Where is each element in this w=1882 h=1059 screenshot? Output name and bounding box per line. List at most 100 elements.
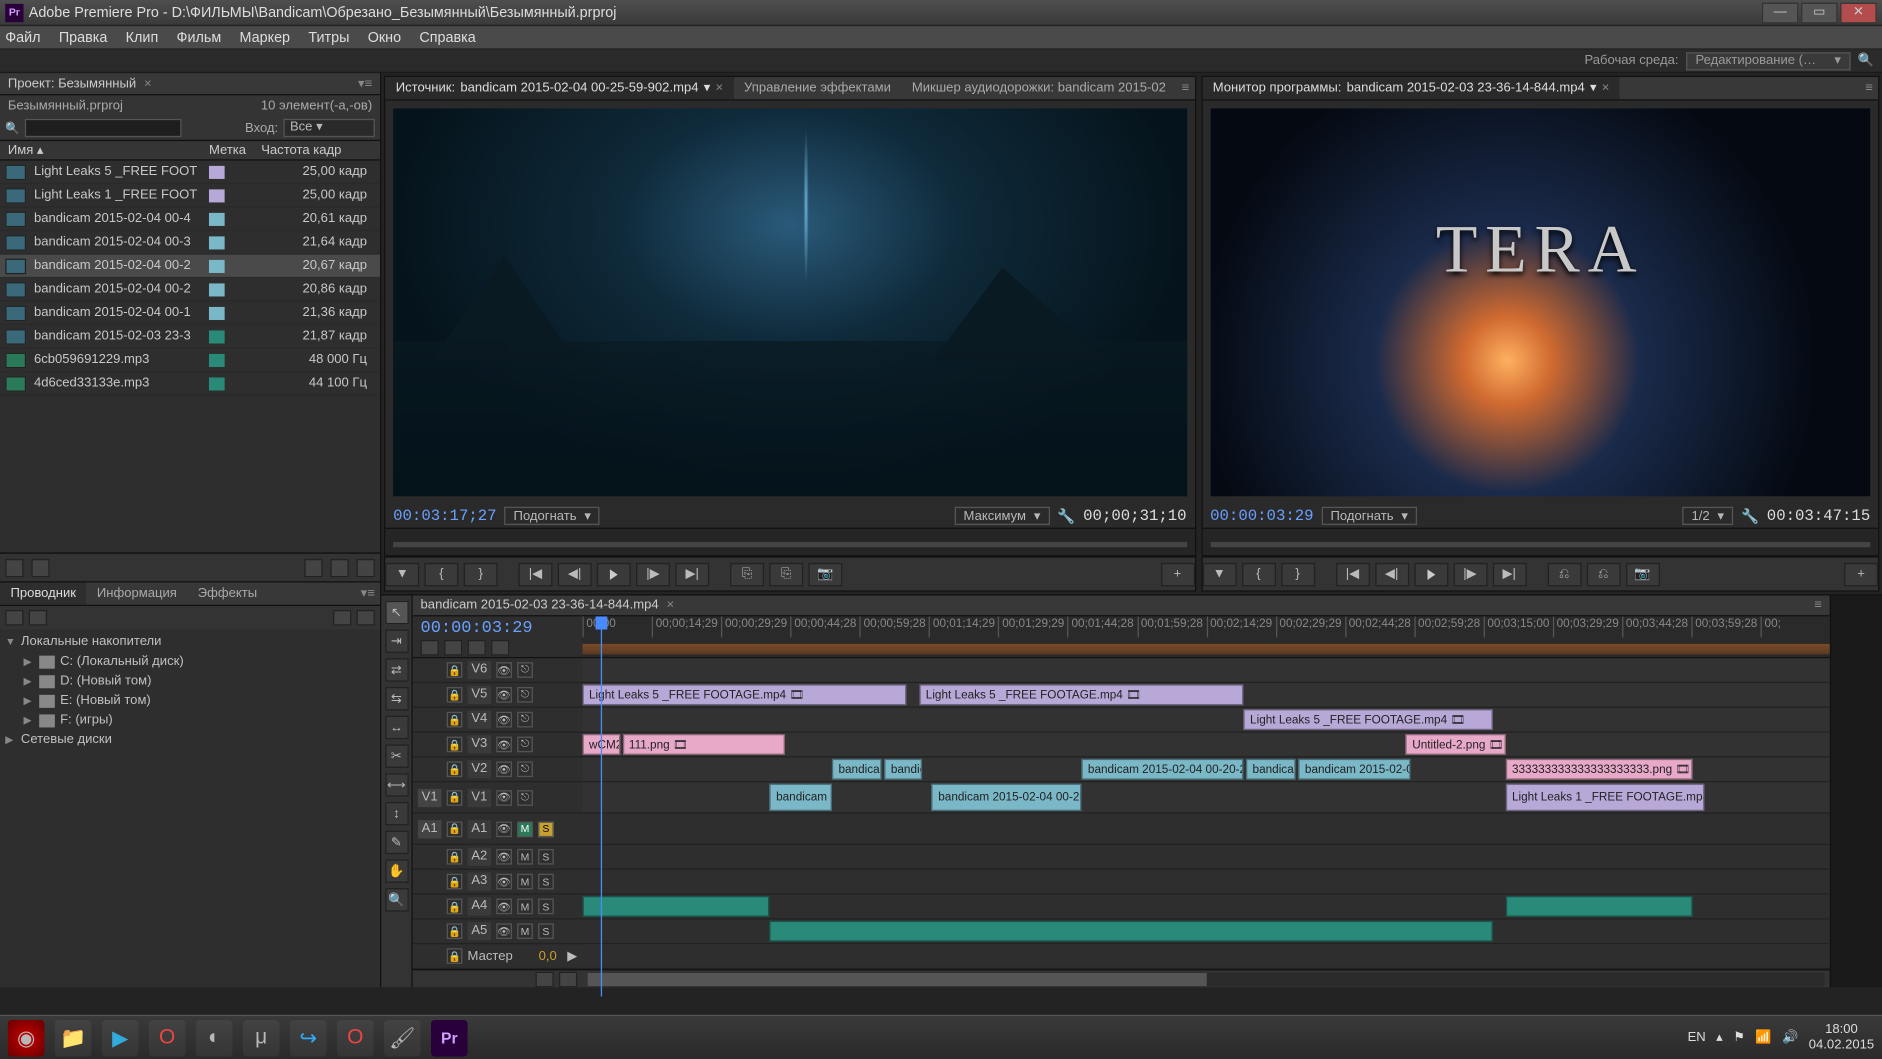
system-clock[interactable]: 18:00 04.02.2015	[1809, 1022, 1874, 1053]
drive-item[interactable]: ▶F: (игры)	[5, 710, 375, 730]
bin-item[interactable]: bandicam 2015-02-04 00-2 20,86 кадр	[0, 278, 380, 302]
settings-icon[interactable]	[491, 640, 509, 656]
close-button[interactable]: ✕	[1840, 2, 1877, 23]
sync-lock-toggle[interactable]: ⎋	[517, 712, 533, 728]
mute-toggle[interactable]: M	[517, 899, 533, 915]
clip[interactable]: Light Leaks 1 _FREE FOOTAGE.mp4 🎞	[1505, 784, 1705, 811]
zoom-tool[interactable]: 🔍	[385, 888, 409, 912]
panel-menu-icon[interactable]: ≡	[1176, 81, 1194, 95]
quality-dropdown[interactable]: Максимум ▾	[954, 507, 1049, 525]
program-tab[interactable]: Монитор программы: bandicam 2015-02-03 2…	[1202, 77, 1620, 99]
tree-local-drives[interactable]: ▼Локальные накопители	[5, 632, 375, 652]
track[interactable]: bandicam 20 🎞bandicam 2015-02-04 00-25-5…	[582, 782, 1829, 813]
bin-item[interactable]: bandicam 2015-02-04 00-3 21,64 кадр	[0, 231, 380, 255]
menu-Фильм[interactable]: Фильм	[177, 29, 222, 45]
step-back-button[interactable]: ◀|	[558, 562, 592, 586]
track-label[interactable]: A4	[468, 897, 492, 915]
clip[interactable]: Light Leaks 5 _FREE FOOTAGE.mp4 🎞	[919, 684, 1243, 705]
wmp-icon[interactable]: ▶	[102, 1019, 139, 1056]
lock-toggle[interactable]: 🔒	[447, 923, 463, 939]
minimize-button[interactable]: —	[1762, 2, 1799, 23]
drive-item[interactable]: ▶E: (Новый том)	[5, 691, 375, 711]
track-header-A1[interactable]: A1🔒A1👁MS	[413, 814, 583, 845]
clip[interactable]: Untitled-2.png 🎞	[1406, 734, 1506, 755]
tree-network-drives[interactable]: ▶Сетевые диски	[5, 730, 375, 750]
track-label[interactable]: V4	[468, 710, 492, 728]
track-label[interactable]: V1	[468, 788, 492, 806]
lock-toggle[interactable]: 🔒	[447, 874, 463, 890]
track-label[interactable]: V2	[468, 760, 492, 778]
track-header-master[interactable]: 🔒Мастер0,0▶	[413, 944, 583, 969]
insert-button[interactable]: ⎘	[730, 562, 764, 586]
audio-clip[interactable]	[582, 896, 769, 917]
close-icon[interactable]: ×	[144, 76, 152, 90]
chrome-icon[interactable]: ◐	[196, 1019, 233, 1056]
add-button[interactable]: +	[1844, 562, 1878, 586]
effect-controls-tab[interactable]: Управление эффектами	[734, 77, 902, 99]
visibility-toggle[interactable]: 👁	[496, 789, 512, 805]
track-header-V5[interactable]: 🔒V5👁⎋	[413, 683, 583, 708]
solo-toggle[interactable]: S	[538, 874, 554, 890]
panel-menu-icon[interactable]: ▾≡	[355, 586, 380, 600]
track[interactable]	[582, 845, 1829, 870]
track[interactable]: wCM2x.png 🎞111.png 🎞Untitled-2.png 🎞	[582, 733, 1829, 758]
track-select-tool[interactable]: ⇥	[385, 630, 409, 654]
mute-toggle[interactable]: M	[517, 821, 533, 837]
sync-lock-toggle[interactable]: ⎋	[517, 737, 533, 753]
app-icon[interactable]: ↪	[290, 1019, 327, 1056]
source-timecode-in[interactable]: 00:03:17;27	[393, 507, 496, 525]
track[interactable]: bandicam 🎞bandica 🎞bandicam 2015-02-04 0…	[582, 758, 1829, 783]
play-button[interactable]	[597, 562, 631, 586]
lock-toggle[interactable]: 🔒	[447, 737, 463, 753]
back-icon[interactable]	[5, 610, 23, 626]
menu-Титры[interactable]: Титры	[308, 29, 349, 45]
project-search-input[interactable]	[25, 119, 182, 137]
slide-tool[interactable]: ↕	[385, 802, 409, 826]
drive-item[interactable]: ▶D: (Новый том)	[5, 671, 375, 691]
clip[interactable]: bandica 🎞	[884, 759, 921, 780]
sync-lock-toggle[interactable]: ⎋	[517, 789, 533, 805]
track-label[interactable]: A1	[468, 820, 492, 838]
fit-dropdown[interactable]: Подогнать ▾	[504, 507, 600, 525]
menu-Маркер[interactable]: Маркер	[240, 29, 291, 45]
lock-toggle[interactable]: 🔒	[447, 687, 463, 703]
col-label[interactable]: Метка	[209, 143, 261, 157]
bin-item[interactable]: 6cb059691229.mp3 48 000 Гц	[0, 349, 380, 373]
visibility-toggle[interactable]: 👁	[496, 662, 512, 678]
lock-toggle[interactable]: 🔒	[447, 948, 463, 964]
track-label[interactable]: A2	[468, 848, 492, 866]
track-header-A4[interactable]: 🔒A4👁MS	[413, 895, 583, 920]
filter-icon[interactable]	[333, 610, 351, 626]
bin-item[interactable]: bandicam 2015-02-03 23-3 21,87 кадр	[0, 325, 380, 349]
expand-icon[interactable]: ▶	[567, 949, 577, 963]
tab-media-browser[interactable]: Проводник	[0, 582, 86, 604]
clip[interactable]: bandicam 2015-02-04 00-25-5 🎞	[932, 784, 1082, 811]
solo-toggle[interactable]: S	[538, 821, 554, 837]
clip[interactable]: bandicam 2 🎞	[1246, 759, 1296, 780]
language-indicator[interactable]: EN	[1688, 1030, 1706, 1044]
track-label[interactable]: A3	[468, 872, 492, 890]
export-frame-button[interactable]: 📷	[1625, 562, 1659, 586]
hand-tool[interactable]: ✋	[385, 859, 409, 883]
slip-tool[interactable]: ⟷	[385, 773, 409, 797]
track-label[interactable]: A5	[468, 922, 492, 940]
track-label[interactable]: V5	[468, 686, 492, 704]
clip[interactable]: 111.png 🎞	[622, 734, 784, 755]
sync-lock-toggle[interactable]: ⎋	[517, 662, 533, 678]
ripple-edit-tool[interactable]: ⇄	[385, 658, 409, 682]
track[interactable]: Light Leaks 5 _FREE FOOTAGE.mp4 🎞Light L…	[582, 683, 1829, 708]
track-header-A5[interactable]: 🔒A5👁MS	[413, 919, 583, 944]
snap-toggle[interactable]	[421, 640, 439, 656]
bin-item[interactable]: bandicam 2015-02-04 00-1 21,36 кадр	[0, 302, 380, 326]
menu-Клип[interactable]: Клип	[126, 29, 159, 45]
mark-out-icon[interactable]: }	[1281, 562, 1315, 586]
visibility-toggle[interactable]: 👁	[496, 849, 512, 865]
new-bin-icon[interactable]	[304, 558, 322, 576]
workspace-dropdown[interactable]: Редактирование (…▾	[1686, 52, 1850, 70]
source-patch[interactable]: V1	[418, 788, 442, 806]
source-viewer[interactable]	[393, 108, 1186, 496]
clip[interactable]: bandicam 2015-02-04 🎞	[1298, 759, 1410, 780]
visibility-toggle[interactable]: 👁	[496, 821, 512, 837]
panel-menu-icon[interactable]: ≡	[1814, 598, 1822, 612]
timeline-scrollbar[interactable]	[588, 972, 1825, 985]
